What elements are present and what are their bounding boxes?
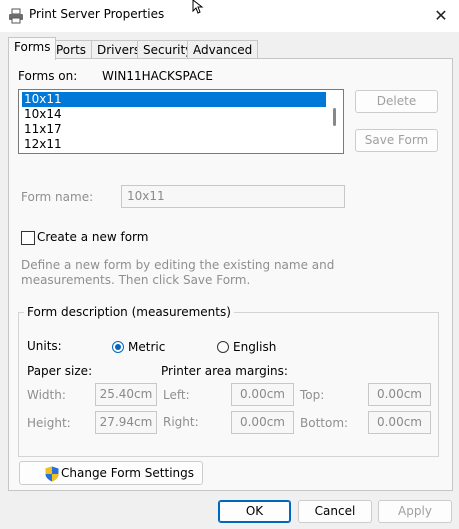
right-margin-label: Right: — [163, 415, 199, 429]
list-item[interactable]: 10x11 — [22, 92, 326, 107]
list-item[interactable]: 12x11 — [22, 137, 62, 152]
tab-forms[interactable]: Forms — [8, 37, 57, 60]
list-item[interactable]: 10x14 — [22, 107, 62, 122]
close-button[interactable]: ✕ — [424, 2, 458, 30]
forms-on-label: Forms on: — [18, 69, 78, 83]
forms-listbox[interactable]: 10x11 10x14 11x17 12x11 — [18, 89, 344, 154]
help-text-line2: measurements. Then click Save Form. — [21, 273, 251, 287]
create-new-form-checkbox[interactable] — [21, 231, 35, 245]
listbox-scrollbar[interactable] — [333, 108, 336, 126]
form-name-label: Form name: — [21, 190, 94, 204]
save-form-button[interactable]: Save Form — [355, 129, 438, 152]
tab-advanced[interactable]: Advanced — [187, 40, 259, 59]
left-margin-label: Left: — [163, 388, 190, 402]
delete-button[interactable]: Delete — [355, 90, 438, 113]
metric-radio[interactable] — [112, 341, 124, 353]
mouse-cursor-icon — [192, 0, 206, 14]
form-description-title: Form description (measurements) — [24, 305, 234, 319]
server-name: WIN11HACKSPACE — [102, 69, 213, 83]
width-label: Width: — [27, 388, 66, 402]
metric-label: Metric — [128, 340, 166, 354]
left-margin-field[interactable]: 0.00cm — [231, 383, 294, 406]
right-margin-field[interactable]: 0.00cm — [231, 411, 294, 434]
printer-margins-label: Printer area margins: — [161, 364, 288, 378]
top-margin-label: Top: — [300, 388, 325, 402]
change-form-settings-button[interactable]: Change Form Settings — [19, 461, 203, 485]
uac-shield-icon — [44, 466, 60, 482]
window-title: Print Server Properties — [29, 7, 165, 21]
height-field[interactable]: 27.94cm — [95, 411, 157, 434]
form-name-field[interactable]: 10x11 — [121, 185, 345, 208]
bottom-margin-field[interactable]: 0.00cm — [368, 411, 431, 434]
bottom-margin-label: Bottom: — [300, 416, 349, 430]
english-label: English — [233, 340, 277, 354]
apply-button[interactable]: Apply — [378, 500, 452, 523]
height-label: Height: — [27, 416, 71, 430]
units-label: Units: — [27, 339, 62, 353]
printer-icon — [8, 8, 24, 24]
change-form-settings-label: Change Form Settings — [61, 466, 195, 480]
width-field[interactable]: 25.40cm — [95, 383, 157, 406]
list-item[interactable]: 11x17 — [22, 122, 62, 137]
paper-size-label: Paper size: — [27, 364, 93, 378]
cancel-button[interactable]: Cancel — [298, 500, 372, 523]
ok-button[interactable]: OK — [218, 500, 291, 523]
create-new-form-label: Create a new form — [37, 230, 149, 244]
top-margin-field[interactable]: 0.00cm — [368, 383, 431, 406]
english-radio[interactable] — [217, 341, 229, 353]
help-text-line1: Define a new form by editing the existin… — [21, 258, 335, 272]
